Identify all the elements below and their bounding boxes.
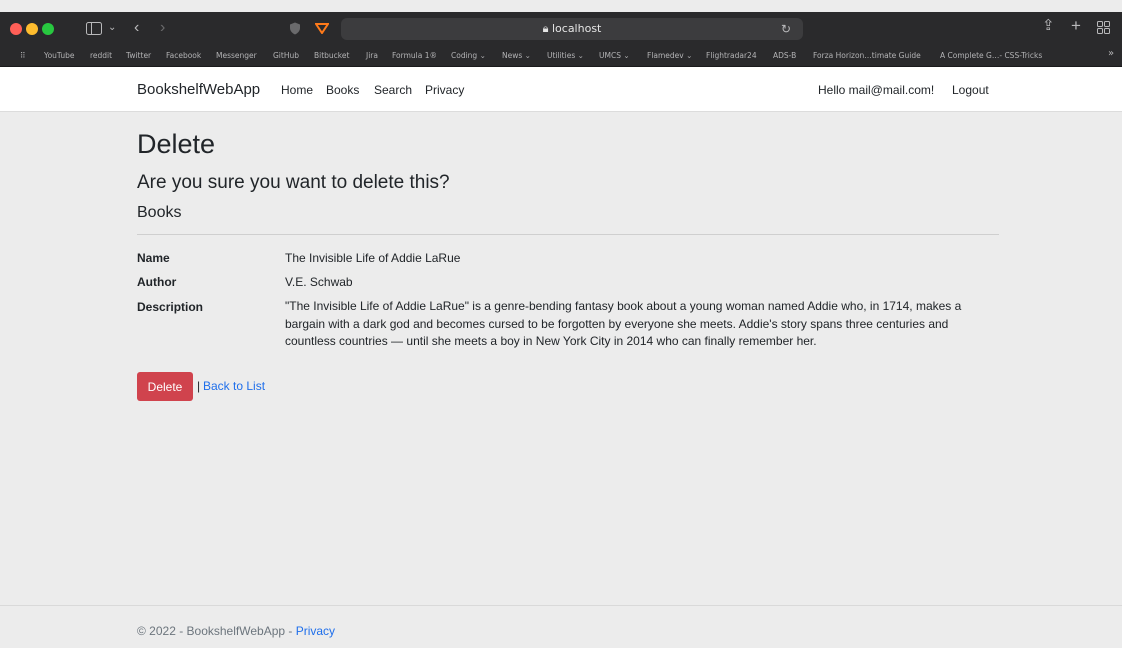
bookmark-item[interactable]: YouTube	[44, 51, 75, 60]
bookmark-item[interactable]: A Complete G…- CSS-Tricks	[940, 51, 1042, 60]
field-value-description: "The Invisible Life of Addie LaRue" is a…	[285, 299, 962, 348]
close-window-button[interactable]	[10, 23, 22, 35]
bookmark-item[interactable]: Forza Horizon…timate Guide	[813, 51, 921, 60]
bookmark-item[interactable]: Messenger	[216, 51, 257, 60]
field-label-author: Author	[137, 275, 177, 289]
bookmark-item[interactable]: Utilities ⌄	[547, 51, 584, 60]
reload-icon[interactable]: ↻	[781, 22, 791, 36]
divider	[137, 234, 999, 235]
new-tab-icon[interactable]: +	[1071, 17, 1081, 34]
link-separator: |	[197, 379, 201, 393]
field-label-description: Description	[137, 300, 204, 314]
bookmark-item[interactable]: ADS-B	[773, 51, 796, 60]
minimize-window-button[interactable]	[26, 23, 38, 35]
more-bookmarks-icon[interactable]: »	[1108, 49, 1114, 59]
confirm-question: Are you sure you want to delete this?	[137, 172, 450, 193]
browser-toolbar: ⌄ ‹ › 🔒︎ localhost ↻ ⇪ +	[0, 12, 1122, 46]
footer-privacy-link[interactable]: Privacy	[296, 624, 335, 638]
bookmark-item[interactable]: reddit	[90, 51, 112, 60]
bookmark-item[interactable]: GitHub	[273, 51, 299, 60]
back-arrow-icon[interactable]: ‹	[134, 20, 139, 36]
field-label-name: Name	[137, 251, 170, 265]
share-icon[interactable]: ⇪	[1042, 18, 1055, 33]
user-greeting-link[interactable]: Hello mail@mail.com!	[818, 83, 934, 97]
browser-window: ⌄ ‹ › 🔒︎ localhost ↻ ⇪ + ⠿ YouTube reddi…	[0, 0, 1122, 648]
site-navbar: BookshelfWebApp Home Books Search Privac…	[0, 67, 1122, 112]
bookmark-item[interactable]: Flamedev ⌄	[647, 51, 692, 60]
nav-link-home[interactable]: Home	[281, 83, 313, 97]
nav-link-books[interactable]: Books	[326, 83, 359, 97]
bookmark-item[interactable]: Bitbucket	[314, 51, 349, 60]
tab-overview-icon[interactable]	[1097, 21, 1110, 36]
bookmark-item[interactable]: Formula 1®	[392, 51, 437, 60]
bookmark-item[interactable]: Flightradar24	[706, 51, 757, 60]
grid-apps-icon[interactable]: ⠿	[20, 51, 26, 60]
copyright-text: © 2022 - BookshelfWebApp -	[137, 624, 296, 638]
chevron-down-icon[interactable]: ⌄	[108, 21, 116, 35]
bookmark-item[interactable]: Coding ⌄	[451, 51, 486, 60]
address-bar[interactable]: 🔒︎ localhost ↻	[341, 18, 803, 40]
bookmark-item[interactable]: News ⌄	[502, 51, 531, 60]
bookmark-item[interactable]: Twitter	[126, 51, 151, 60]
bookmark-item[interactable]: UMCS ⌄	[599, 51, 630, 60]
bookmarks-bar: ⠿ YouTube reddit Twitter Facebook Messen…	[0, 46, 1122, 67]
delete-button[interactable]: Delete	[137, 372, 193, 401]
forward-arrow-icon[interactable]: ›	[160, 20, 165, 36]
sidebar-icon[interactable]	[86, 22, 102, 37]
maximize-window-button[interactable]	[42, 23, 54, 35]
nav-link-privacy[interactable]: Privacy	[425, 83, 464, 97]
field-value-author: V.E. Schwab	[285, 275, 353, 289]
lock-icon: 🔒︎	[542, 22, 549, 35]
privacy-shield-icon[interactable]	[289, 22, 301, 37]
main-content: Delete Are you sure you want to delete t…	[0, 112, 1122, 605]
extension-icon[interactable]	[314, 22, 330, 36]
field-value-name: The Invisible Life of Addie LaRue	[285, 251, 461, 265]
bookmark-item[interactable]: Jira	[366, 51, 378, 60]
back-to-list-link[interactable]: Back to List	[203, 379, 265, 393]
entity-heading: Books	[137, 204, 182, 221]
bookmark-item[interactable]: Facebook	[166, 51, 201, 60]
logout-button[interactable]: Logout	[952, 83, 989, 97]
page-title: Delete	[137, 129, 216, 159]
brand-link[interactable]: BookshelfWebApp	[137, 81, 260, 98]
site-footer: © 2022 - BookshelfWebApp - Privacy	[0, 605, 1122, 648]
nav-link-search[interactable]: Search	[374, 83, 412, 97]
url-text: localhost	[551, 22, 602, 35]
